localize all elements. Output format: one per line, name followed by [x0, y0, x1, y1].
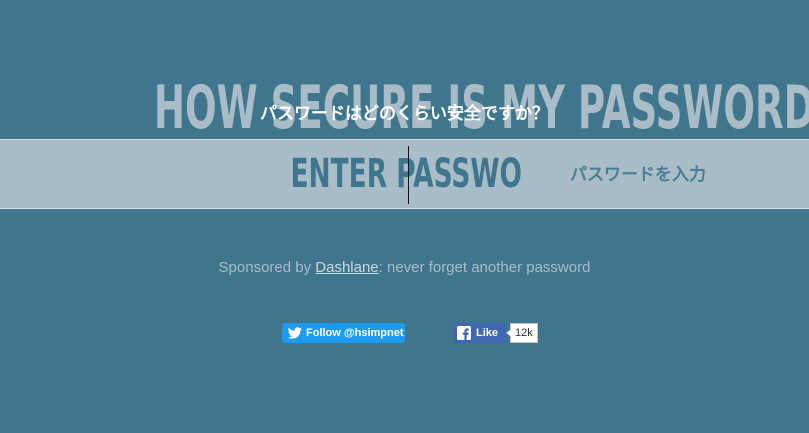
- password-input-japanese-hint: パスワードを入力: [570, 165, 706, 185]
- twitter-follow-button[interactable]: Follow @hsimpnet: [282, 323, 405, 343]
- password-input[interactable]: [290, 140, 522, 208]
- facebook-like-button[interactable]: Like: [454, 323, 506, 343]
- facebook-like-widget: Like 12k: [454, 322, 538, 344]
- dashlane-link[interactable]: Dashlane: [315, 259, 378, 276]
- sponsor-prefix: Sponsored by: [218, 259, 316, 276]
- text-caret: [408, 146, 409, 204]
- page-subtitle: パスワードはどのくらい安全ですか？: [260, 104, 549, 124]
- sponsor-suffix: : never forget another password: [378, 259, 591, 276]
- twitter-bird-icon: [288, 327, 302, 339]
- twitter-follow-label: Follow @hsimpnet: [306, 327, 404, 339]
- facebook-f-icon: [457, 326, 471, 340]
- sponsor-text: Sponsored by Dashlane: never forget anot…: [0, 257, 809, 279]
- facebook-like-label: Like: [476, 327, 499, 339]
- password-input-band: パスワードを入力: [0, 139, 809, 209]
- facebook-like-count: 12k: [506, 323, 538, 343]
